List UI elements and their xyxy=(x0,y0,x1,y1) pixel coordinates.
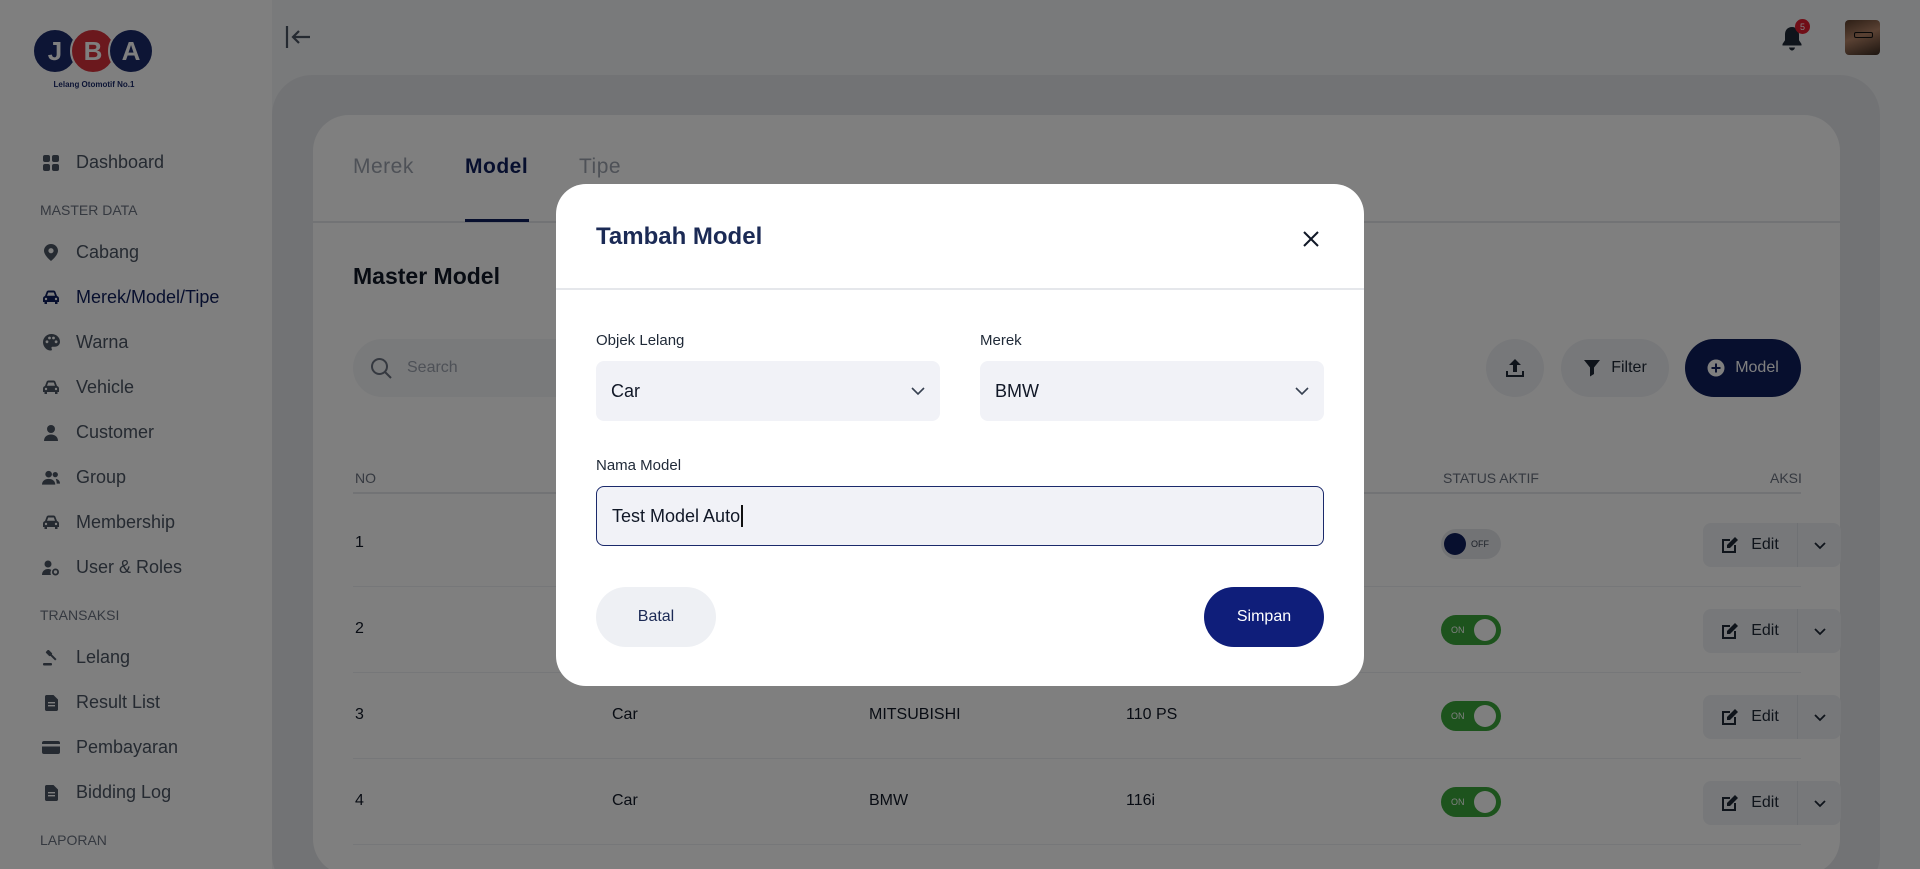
save-button[interactable]: Simpan xyxy=(1204,587,1324,647)
text-cursor xyxy=(741,505,743,527)
add-model-dialog: Tambah Model Objek Lelang Car Merek BMW … xyxy=(556,184,1364,686)
dialog-header: Tambah Model xyxy=(556,184,1364,290)
dialog-title: Tambah Model xyxy=(596,223,763,250)
nama-model-value: Test Model Auto xyxy=(612,505,741,526)
merek-select[interactable]: BMW xyxy=(980,361,1324,421)
cancel-button[interactable]: Batal xyxy=(596,587,716,647)
objek-lelang-value: Car xyxy=(611,380,641,401)
objek-lelang-label: Objek Lelang xyxy=(596,332,685,349)
objek-lelang-select[interactable]: Car xyxy=(596,361,940,421)
chevron-down-icon xyxy=(911,387,925,396)
close-button[interactable] xyxy=(1296,224,1326,254)
close-icon xyxy=(1303,231,1319,247)
merek-value: BMW xyxy=(995,380,1039,401)
nama-model-label: Nama Model xyxy=(596,457,682,474)
nama-model-input[interactable]: Test Model Auto xyxy=(596,486,1324,546)
merek-label: Merek xyxy=(980,332,1022,349)
chevron-down-icon xyxy=(1295,387,1309,396)
